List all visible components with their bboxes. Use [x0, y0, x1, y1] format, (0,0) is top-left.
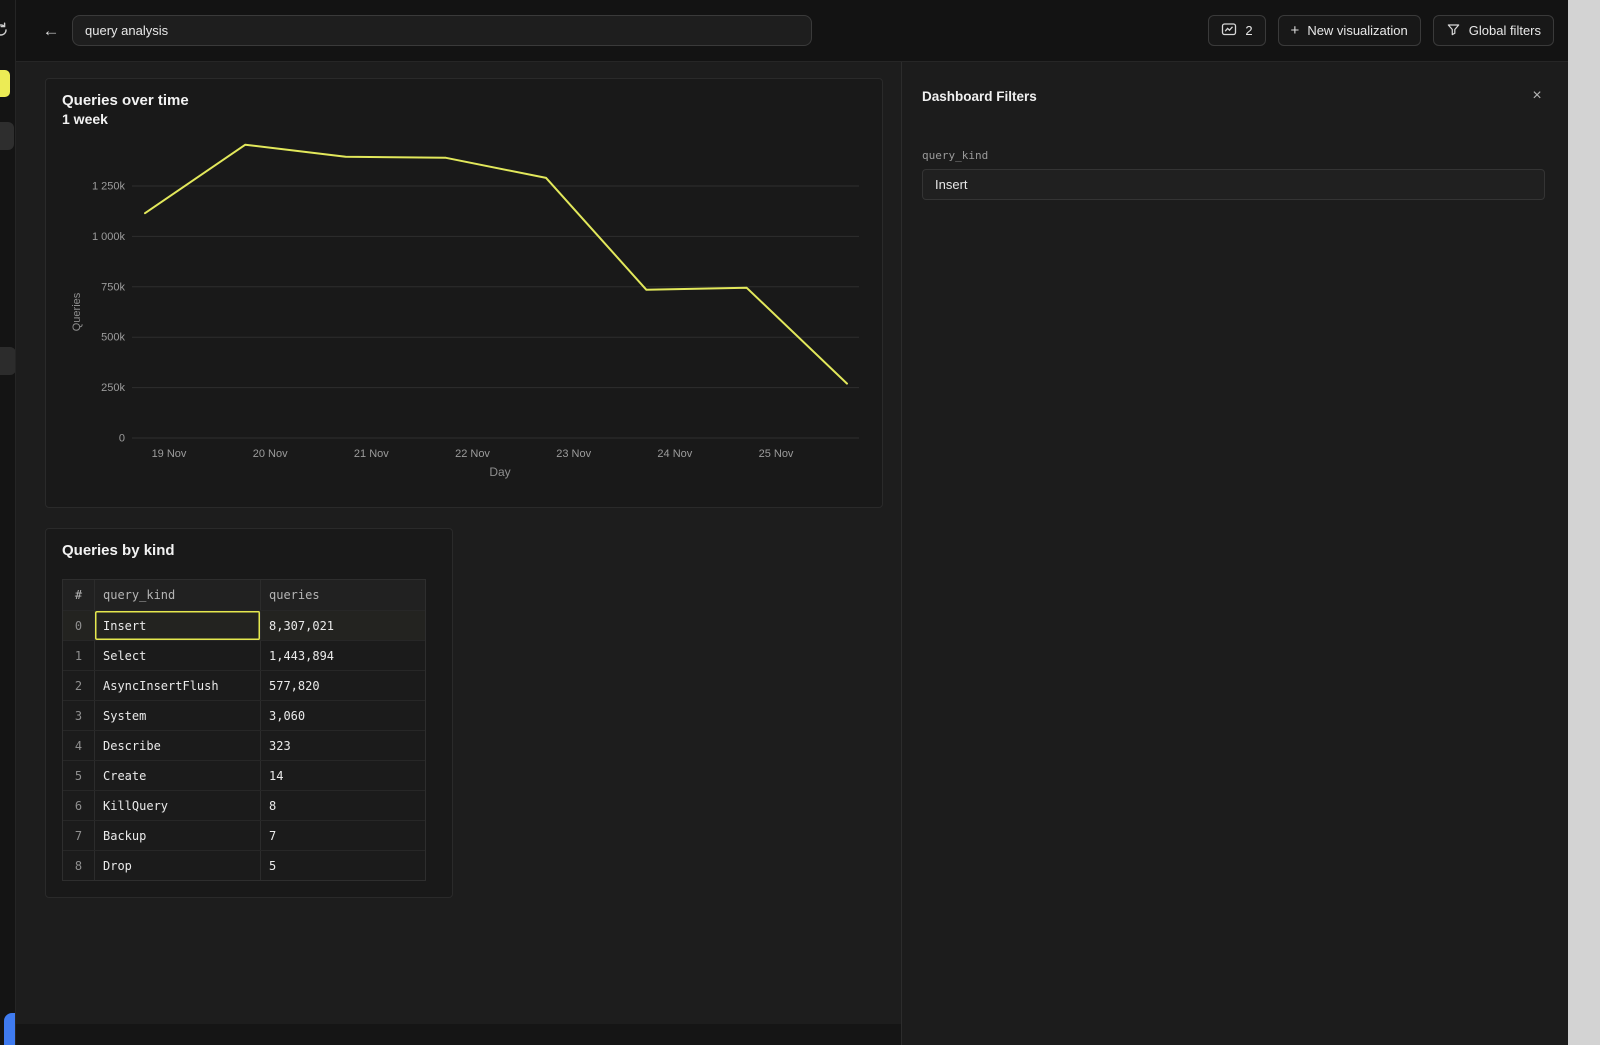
query-kind-cell[interactable]: AsyncInsertFlush [95, 671, 261, 700]
visualization-count: 2 [1245, 23, 1252, 38]
query-kind-cell[interactable]: Create [95, 761, 261, 790]
queries-cell[interactable]: 323 [261, 731, 425, 760]
table-row: 6KillQuery8 [63, 790, 425, 820]
x-tick-label: 23 Nov [556, 448, 591, 460]
query-kind-cell[interactable]: Drop [95, 851, 261, 880]
x-tick-label: 20 Nov [253, 448, 288, 460]
x-tick-label: 22 Nov [455, 448, 490, 460]
y-tick-label: 750k [101, 281, 125, 293]
queries-cell[interactable]: 5 [261, 851, 425, 880]
data-table: # query_kind queries 0Insert8,307,0211Se… [62, 579, 426, 881]
filters-panel-header: Dashboard Filters × [902, 62, 1568, 107]
global-filters-button[interactable]: Global filters [1433, 15, 1554, 46]
row-index: 3 [63, 701, 95, 730]
row-index: 8 [63, 851, 95, 880]
dashboard-canvas: Queries over time 1 week 0250k500k750k1 … [16, 62, 901, 1045]
column-header-query-kind: query_kind [95, 580, 261, 610]
table-row: 1Select1,443,894 [63, 640, 425, 670]
y-axis-label: Queries [71, 292, 83, 331]
plus-icon: + [1291, 23, 1300, 38]
table-row: 3System3,060 [63, 700, 425, 730]
chart-title: Queries over time [62, 92, 866, 109]
query-kind-cell[interactable]: System [95, 701, 261, 730]
global-filters-label: Global filters [1469, 23, 1541, 38]
back-button[interactable]: ← [38, 18, 64, 44]
dashboard-filters-panel: Dashboard Filters × query_kind [902, 62, 1568, 1045]
visualization-count-button[interactable]: 2 [1208, 15, 1265, 46]
user-avatar[interactable] [4, 1013, 16, 1045]
query-kind-filter-input[interactable] [922, 169, 1545, 200]
table-body: 0Insert8,307,0211Select1,443,8942AsyncIn… [63, 610, 425, 880]
x-tick-label: 21 Nov [354, 448, 389, 460]
table-header: # query_kind queries [63, 580, 425, 610]
queries-cell[interactable]: 1,443,894 [261, 641, 425, 670]
sidebar-rail [0, 0, 16, 1045]
line-chart: 0 250k 500k 750k 1 000k 1 250k 19 Nov 20 Nov 21 … [62, 119, 868, 489]
row-index: 1 [63, 641, 95, 670]
sidebar-item[interactable] [0, 347, 16, 375]
y-tick-label: 250k [101, 382, 125, 394]
close-filters-button[interactable]: × [1526, 85, 1548, 107]
table-row: 5Create14 [63, 760, 425, 790]
arrow-left-icon: ← [43, 21, 60, 41]
query-kind-cell[interactable]: Insert [95, 611, 261, 640]
table-row: 0Insert8,307,021 [63, 610, 425, 640]
x-tick-label: 25 Nov [759, 448, 794, 460]
visualization-icon [1221, 21, 1237, 40]
row-index: 7 [63, 821, 95, 850]
x-tick-label: 19 Nov [152, 448, 187, 460]
window-edge [1568, 0, 1600, 1045]
y-tick-label: 0 [119, 433, 125, 445]
y-tick-label: 1 250k [92, 181, 126, 193]
filter-field-label: query_kind [922, 149, 1548, 162]
topbar-actions: 2 + New visualization Global filters [1208, 15, 1554, 46]
chart-line [145, 145, 847, 384]
filters-panel-title: Dashboard Filters [922, 89, 1037, 104]
close-icon: × [1532, 87, 1541, 105]
query-kind-cell[interactable]: Describe [95, 731, 261, 760]
queries-cell[interactable]: 3,060 [261, 701, 425, 730]
panel-divider [901, 62, 902, 1045]
query-kind-cell[interactable]: KillQuery [95, 791, 261, 820]
queries-cell[interactable]: 8,307,021 [261, 611, 425, 640]
row-index: 0 [63, 611, 95, 640]
table-row: 4Describe323 [63, 730, 425, 760]
bottom-scroll-gutter [16, 1024, 901, 1045]
top-bar: ← 2 + New visualization Global filters [16, 0, 1568, 62]
queries-cell[interactable]: 577,820 [261, 671, 425, 700]
row-index: 5 [63, 761, 95, 790]
row-index: 4 [63, 731, 95, 760]
active-nav-indicator[interactable] [0, 70, 10, 97]
new-visualization-label: New visualization [1307, 23, 1407, 38]
funnel-icon [1446, 22, 1461, 40]
table-row: 7Backup7 [63, 820, 425, 850]
table-card-queries-by-kind: Queries by kind # query_kind queries 0In… [45, 528, 453, 898]
query-kind-cell[interactable]: Backup [95, 821, 261, 850]
chart-card-queries-over-time: Queries over time 1 week 0250k500k750k1 … [45, 78, 883, 508]
queries-cell[interactable]: 7 [261, 821, 425, 850]
sidebar-item[interactable] [0, 122, 14, 150]
column-header-index: # [63, 580, 95, 610]
dashboard-title-input[interactable] [72, 15, 812, 46]
queries-cell[interactable]: 8 [261, 791, 425, 820]
new-visualization-button[interactable]: + New visualization [1278, 15, 1421, 46]
column-header-queries: queries [261, 580, 425, 610]
table-title: Queries by kind [62, 542, 436, 559]
query-kind-cell[interactable]: Select [95, 641, 261, 670]
y-tick-label: 500k [101, 332, 125, 344]
table-row: 8Drop5 [63, 850, 425, 880]
x-axis-label: Day [489, 465, 510, 479]
queries-cell[interactable]: 14 [261, 761, 425, 790]
x-tick-label: 24 Nov [657, 448, 692, 460]
row-index: 6 [63, 791, 95, 820]
table-row: 2AsyncInsertFlush577,820 [63, 670, 425, 700]
y-tick-label: 1 000k [92, 231, 126, 243]
row-index: 2 [63, 671, 95, 700]
refresh-icon[interactable] [0, 22, 9, 43]
